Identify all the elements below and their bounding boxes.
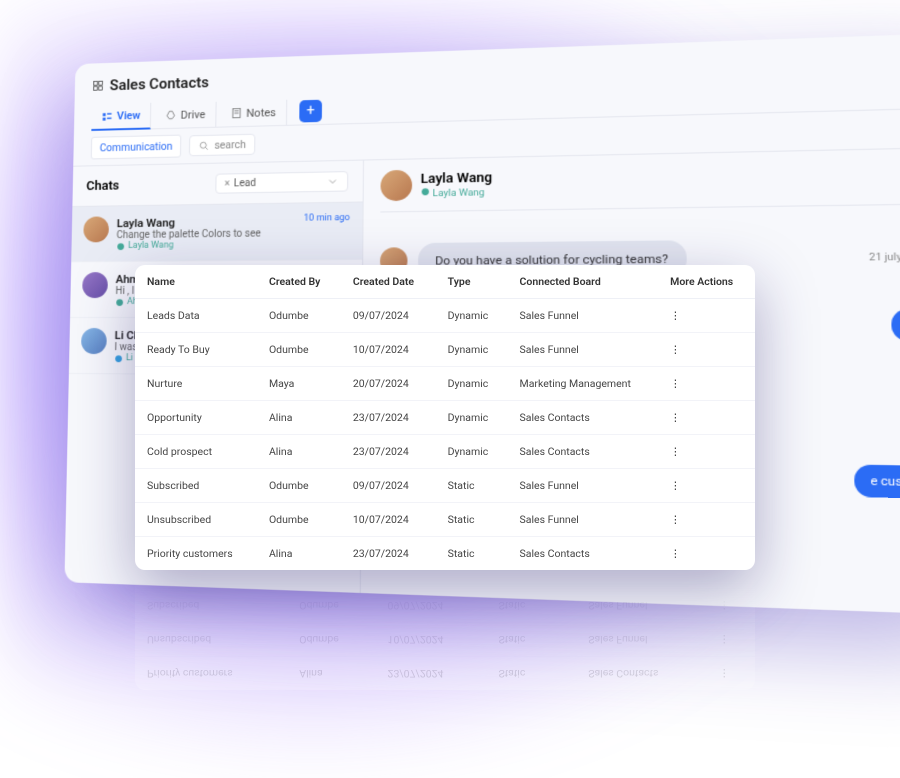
whatsapp-icon [421,186,431,195]
table-cell: Maya [257,367,341,401]
chevron-down-icon [326,175,339,187]
tab-drive[interactable]: Drive [155,101,217,128]
chat-header: Layla Wang Layla Wang [380,159,900,212]
table-row[interactable]: NurtureMaya20/07/2024DynamicMarketing Ma… [135,367,755,401]
subtab-communication[interactable]: Communication [91,135,182,160]
search-icon [198,139,210,151]
table-cell: Odumbe [257,299,341,333]
table-cell: Alina [257,401,341,435]
customer-bubble: e custom [853,464,900,498]
table-cell: Sales Funnel [508,333,659,367]
table-cell: Dynamic [436,367,508,401]
table-row[interactable]: Cold prospectAlina23/07/2024DynamicSales… [135,435,755,469]
more-actions-icon[interactable]: ⋮ [670,309,679,322]
table-row[interactable]: SubscribedOdumbe09/07/2024StaticSales Fu… [135,469,755,503]
table-cell: Dynamic [436,299,508,333]
grid-icon [92,80,104,92]
table-cell: Nurture [135,367,257,401]
table-cell: Marketing Management [508,367,659,401]
add-tab-button[interactable]: + [299,100,322,123]
avatar [82,272,108,298]
table-cell: Cold prospect [135,435,257,469]
add-icon: + [306,103,314,119]
table-cell: Leads Data [135,299,257,333]
col-connected-board: Connected Board [508,265,659,299]
notes-icon [230,107,242,119]
col-created-by: Created By [257,265,341,299]
filter-label: Lead [234,177,256,188]
avatar [380,170,412,201]
tab-notes-label: Notes [246,106,276,120]
table-cell: 23/07/2024 [341,401,436,435]
tab-view-label: View [117,109,141,122]
chats-header: Chats × Lead [72,161,363,207]
avatar [81,328,107,354]
more-actions-icon[interactable]: ⋮ [670,411,679,424]
filter-chip[interactable]: × Lead [215,171,348,194]
whatsapp-icon [116,242,125,251]
table-cell: Ready To Buy [135,333,257,367]
telegram-icon [114,354,123,363]
table-cell: Odumbe [257,469,341,503]
reflection: Priority customersAlina23/07/2024StaticS… [135,530,755,690]
whatsapp-icon [115,297,124,306]
more-actions-icon[interactable]: ⋮ [670,479,679,492]
view-icon [101,110,113,122]
tab-notes[interactable]: Notes [220,99,287,126]
more-actions-icon[interactable]: ⋮ [670,513,679,526]
table-cell: Sales Funnel [508,299,659,333]
tab-view[interactable]: View [91,103,151,131]
filter-close-icon[interactable]: × [224,178,230,189]
search-box[interactable]: search [189,134,255,157]
segments-table-card: Name Created By Created Date Type Connec… [135,265,755,570]
drive-icon [165,109,177,121]
col-more-actions: More Actions [658,265,755,299]
tab-drive-label: Drive [181,108,206,122]
table-cell: Odumbe [257,333,341,367]
table-cell: Alina [257,435,341,469]
chat-header-sub: Layla Wang [421,185,493,199]
table-cell: Static [436,469,508,503]
chat-header-text: Layla Wang Layla Wang [421,170,493,199]
table-cell: 09/07/2024 [341,469,436,503]
table-cell: Sales Contacts [508,401,659,435]
page-title: Sales Contacts [110,73,210,94]
chat-header-name: Layla Wang [421,170,493,187]
more-actions-icon[interactable]: ⋮ [670,377,679,390]
avatar [83,216,109,242]
table-row[interactable]: Ready To BuyOdumbe10/07/2024DynamicSales… [135,333,755,367]
more-actions-icon[interactable]: ⋮ [670,343,679,356]
table-cell: Dynamic [436,401,508,435]
table-cell: 23/07/2024 [341,435,436,469]
table-row[interactable]: Leads DataOdumbe09/07/2024DynamicSales F… [135,299,755,333]
segments-table: Name Created By Created Date Type Connec… [135,265,755,570]
chat-item-time: 10 min ago [304,213,350,224]
table-cell: Dynamic [436,333,508,367]
chat-item[interactable]: Layla Wang Change the palette Colors to … [71,202,362,262]
table-cell: 09/07/2024 [341,299,436,333]
col-type: Type [436,265,508,299]
table-header-row: Name Created By Created Date Type Connec… [135,265,755,299]
table-row[interactable]: OpportunityAlina23/07/2024DynamicSales C… [135,401,755,435]
table-cell: Subscribed [135,469,257,503]
search-placeholder: search [214,138,246,152]
chats-title: Chats [86,178,119,193]
col-name: Name [135,265,257,299]
more-actions-icon[interactable]: ⋮ [670,445,679,458]
col-created-date: Created Date [341,265,436,299]
chat-item-channel: Layla Wang [116,239,350,251]
table-cell: Sales Funnel [508,469,659,503]
message-time: 21 july 2:10pm [869,250,900,263]
table-cell: 20/07/2024 [341,367,436,401]
table-cell: Sales Contacts [508,435,659,469]
table-cell: Dynamic [436,435,508,469]
table-cell: Opportunity [135,401,257,435]
table-cell: 10/07/2024 [341,333,436,367]
